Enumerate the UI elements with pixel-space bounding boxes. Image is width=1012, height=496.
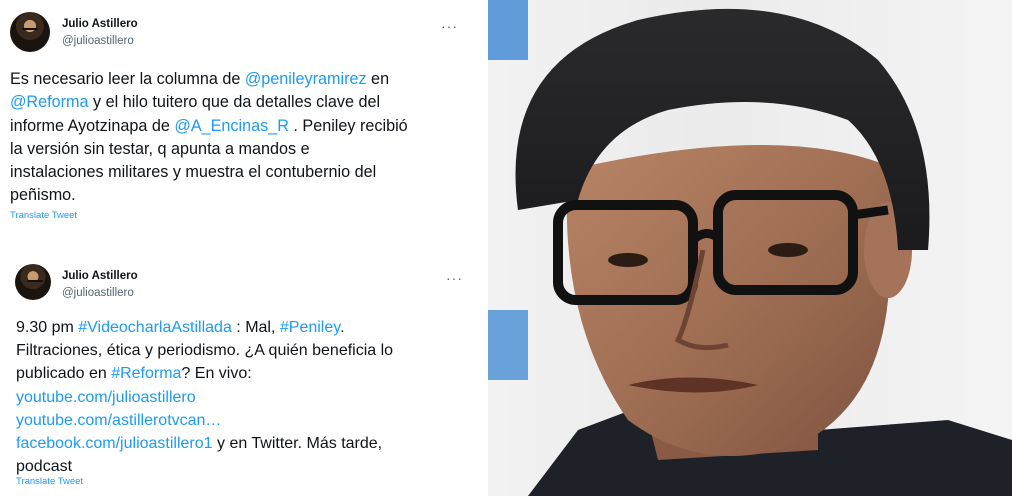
more-horizontal-icon[interactable]: ···	[446, 270, 463, 286]
tweet-text-segment: ? En vivo:	[181, 365, 252, 383]
tweet-text-line: 9.30 pm #VideocharlaAstillada : Mal, #Pe…	[16, 316, 476, 339]
hashtag-link[interactable]: #Reforma	[111, 365, 181, 382]
tweet-text-segment: podcast	[16, 458, 73, 476]
hashtag-link[interactable]: #Peniley	[280, 319, 340, 336]
tweet-text-segment: publicado en	[16, 365, 112, 383]
tweet-text-segment: y el hilo tuitero que da detalles clave …	[88, 93, 381, 112]
author-handle[interactable]: @julioastillero	[62, 35, 134, 47]
tweet-card: Julio Astillero @julioastillero ··· Es n…	[0, 0, 488, 248]
tweet-card: Julio Astillero @julioastillero ··· 9.30…	[0, 250, 488, 496]
portrait-photo	[488, 0, 1012, 496]
more-horizontal-icon[interactable]: ···	[441, 18, 458, 34]
translate-tweet-link[interactable]: Translate Tweet	[16, 476, 83, 487]
mention-link[interactable]: @Reforma	[10, 93, 89, 111]
tweet-text-segment: y en Twitter. Más tarde,	[212, 435, 383, 453]
tweet-text-segment: Filtraciones, ética y periodismo. ¿A qui…	[16, 342, 394, 360]
tweet-text-segment: peñismo.	[10, 186, 76, 205]
tweet-header: Julio Astillero @julioastillero ···	[15, 264, 485, 306]
url-link[interactable]: youtube.com/astillerotvcan…	[16, 412, 221, 429]
tweet-text-line: @Reforma y el hilo tuitero que da detall…	[10, 91, 480, 114]
url-link[interactable]: facebook.com/julioastillero1	[16, 435, 213, 452]
tweet-text: Es necesario leer la columna de @peniley…	[10, 68, 480, 208]
tweet-text-line: youtube.com/astillerotvcan…	[16, 409, 476, 432]
avatar[interactable]	[10, 12, 50, 52]
tweet-text-segment: instalaciones militares y muestra el con…	[10, 163, 377, 182]
tweet-text-line: publicado en #Reforma? En vivo:	[16, 362, 476, 385]
hashtag-link[interactable]: #VideocharlaAstillada	[78, 319, 232, 336]
portrait-illustration	[488, 0, 1012, 496]
tweet-text-segment: . Peniley recibió	[288, 116, 408, 135]
tweet-text-line: youtube.com/julioastillero	[16, 386, 476, 409]
url-link[interactable]: youtube.com/julioastillero	[16, 389, 196, 406]
tweet-text-segment: en	[366, 70, 390, 88]
tweet-text-line: la versión sin testar, q apunta a mandos…	[10, 138, 480, 161]
tweet-text-line: instalaciones militares y muestra el con…	[10, 161, 480, 184]
author-handle[interactable]: @julioastillero	[62, 287, 134, 299]
tweet-text-segment: informe Ayotzinapa de	[10, 116, 175, 135]
mention-link[interactable]: @A_Encinas_R	[174, 117, 289, 135]
tweet-text-line: peñismo.	[10, 184, 480, 207]
tweet-text-line: Es necesario leer la columna de @peniley…	[10, 68, 480, 91]
tweet-text: 9.30 pm #VideocharlaAstillada : Mal, #Pe…	[16, 316, 476, 478]
mention-link[interactable]: @penileyramirez	[245, 70, 367, 88]
tweet-header: Julio Astillero @julioastillero ···	[10, 12, 480, 54]
tweet-text-line: Filtraciones, ética y periodismo. ¿A qui…	[16, 339, 476, 362]
tweet-text-segment: .	[340, 319, 345, 336]
tweet-text-line: facebook.com/julioastillero1 y en Twitte…	[16, 432, 476, 455]
translate-tweet-link[interactable]: Translate Tweet	[10, 210, 77, 221]
avatar[interactable]	[15, 264, 51, 300]
author-name[interactable]: Julio Astillero	[62, 18, 138, 30]
tweet-text-segment: : Mal,	[231, 319, 280, 336]
tweet-text-segment: la versión sin testar, q apunta a mandos…	[10, 139, 310, 158]
tweet-text-segment: 9.30 pm	[16, 319, 79, 336]
author-name[interactable]: Julio Astillero	[62, 270, 138, 282]
tweet-text-line: podcast	[16, 455, 476, 478]
tweet-text-segment: Es necesario leer la columna de	[10, 70, 245, 88]
tweet-text-line: informe Ayotzinapa de @A_Encinas_R . Pen…	[10, 115, 480, 138]
